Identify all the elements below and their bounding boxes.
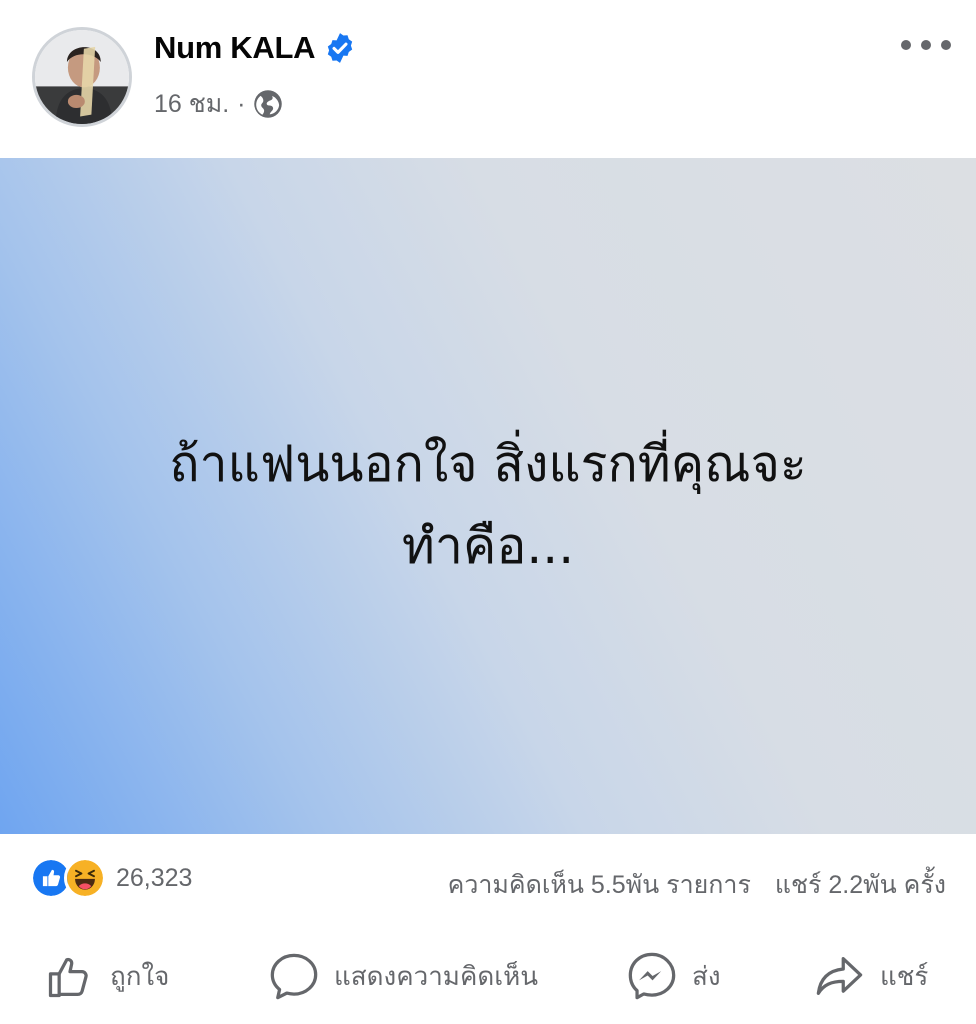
post-stats: 26,323 ความคิดเห็น 5.5พัน รายการ แชร์ 2.…	[0, 835, 976, 925]
text-post-background[interactable]: ถ้าแฟนนอกใจ สิ่งแรกที่คุณจะ ทำคือ...	[0, 158, 976, 834]
globe-icon	[254, 90, 283, 118]
verified-badge-icon	[328, 33, 353, 63]
send-button[interactable]: ส่ง	[626, 950, 721, 1002]
comment-bubble-icon	[270, 953, 318, 1000]
messenger-icon	[628, 952, 676, 1000]
author-name[interactable]: Num KALA	[154, 30, 316, 66]
thumbs-up-icon	[48, 957, 88, 998]
author-avatar[interactable]	[32, 27, 132, 127]
engagement-counts: ความคิดเห็น 5.5พัน รายการ แชร์ 2.2พัน คร…	[448, 865, 946, 905]
post-meta: 16 ชม. ·	[154, 84, 283, 124]
comment-label: แสดงความคิดเห็น	[334, 960, 539, 991]
post-text: ถ้าแฟนนอกใจ สิ่งแรกที่คุณจะ ทำคือ...	[60, 423, 916, 587]
more-options-icon[interactable]	[898, 30, 954, 60]
haha-reaction-icon	[64, 857, 106, 899]
avatar-photo	[35, 30, 129, 124]
more-dot	[901, 40, 911, 50]
facebook-post: Num KALA 16 ชม. · ถ้าแฟนนอกใจ สิ่งแรกที่…	[0, 0, 976, 1024]
post-text-line-1: ถ้าแฟนนอกใจ สิ่งแรกที่คุณจะ	[169, 435, 807, 493]
more-dot	[921, 40, 931, 50]
post-time[interactable]: 16 ชม.	[154, 84, 229, 124]
meta-separator: ·	[237, 89, 246, 118]
reactions-summary[interactable]: 26,323	[30, 857, 192, 899]
comment-button[interactable]: แสดงความคิดเห็น	[268, 950, 538, 1002]
share-count[interactable]: แชร์ 2.2พัน ครั้ง	[775, 865, 946, 905]
like-button[interactable]: ถูกใจ	[44, 950, 169, 1002]
post-header: Num KALA 16 ชม. ·	[0, 0, 976, 158]
like-label: ถูกใจ	[110, 960, 170, 991]
send-label: ส่ง	[692, 960, 721, 991]
author-row: Num KALA	[154, 30, 357, 66]
post-actions-bar: ถูกใจ แสดงความคิดเห็น ส่ง แชร์	[0, 930, 976, 1020]
share-arrow-icon	[816, 957, 863, 995]
more-dot	[941, 40, 951, 50]
share-label: แชร์	[880, 960, 929, 991]
share-button[interactable]: แชร์	[814, 950, 928, 1002]
reaction-count: 26,323	[116, 863, 193, 892]
comment-count[interactable]: ความคิดเห็น 5.5พัน รายการ	[448, 865, 751, 905]
post-text-line-2: ทำคือ...	[401, 517, 575, 575]
